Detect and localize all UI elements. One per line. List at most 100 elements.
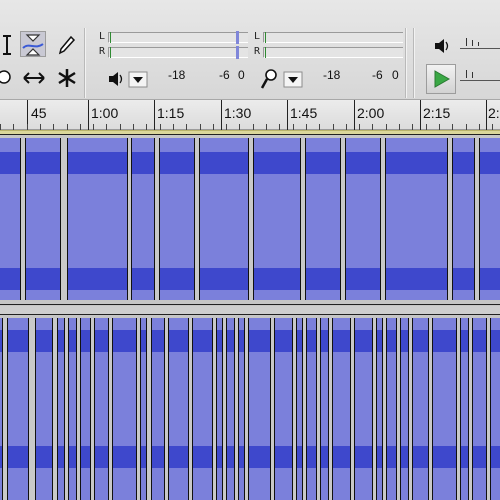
clip-boundary[interactable]: [296, 318, 297, 500]
clip-boundary[interactable]: [192, 318, 193, 500]
clip-boundary[interactable]: [25, 138, 26, 300]
clip-boundary[interactable]: [408, 318, 409, 500]
clip-boundary[interactable]: [376, 318, 377, 500]
clip-boundary[interactable]: [20, 138, 21, 300]
clip-boundary[interactable]: [248, 138, 249, 300]
clip-boundary[interactable]: [396, 318, 397, 500]
clip-boundary[interactable]: [486, 318, 487, 500]
audio-track-1[interactable]: [0, 134, 500, 306]
clip-boundary[interactable]: [354, 318, 355, 500]
clip-boundary[interactable]: [340, 138, 341, 300]
playback-meter-right[interactable]: [108, 47, 248, 58]
clip-boundary[interactable]: [57, 318, 58, 500]
clip-boundary[interactable]: [474, 138, 475, 300]
clip-boundary[interactable]: [386, 318, 387, 500]
clip-boundary[interactable]: [52, 318, 53, 500]
draw-tool-button[interactable]: [54, 32, 80, 58]
timeline-ruler[interactable]: 45 1:00 1:15 1:30 1:45 2:00 2:15 2:: [0, 100, 500, 130]
clip-boundary[interactable]: [382, 318, 383, 500]
waveform-area[interactable]: [0, 318, 500, 500]
clip-boundary[interactable]: [244, 318, 245, 500]
playback-meter-button[interactable]: [104, 66, 152, 92]
clip-boundary[interactable]: [226, 318, 227, 500]
timeshift-tool-button[interactable]: [21, 65, 47, 91]
clip-boundary[interactable]: [428, 318, 429, 500]
clip-boundary[interactable]: [412, 318, 413, 500]
clip-boundary[interactable]: [154, 138, 155, 300]
toolbar-grip[interactable]: [84, 28, 86, 98]
clip-boundary[interactable]: [345, 138, 346, 300]
clip-boundary[interactable]: [188, 318, 189, 500]
clip-boundary[interactable]: [140, 318, 141, 500]
clip-boundary[interactable]: [385, 138, 386, 300]
clip-boundary[interactable]: [248, 318, 249, 500]
clip-boundary[interactable]: [274, 318, 275, 500]
clip-boundary[interactable]: [199, 138, 200, 300]
clip-boundary[interactable]: [64, 318, 65, 500]
record-meter-left[interactable]: [263, 32, 403, 43]
clip-boundary[interactable]: [238, 318, 239, 500]
clip-boundary[interactable]: [60, 138, 61, 300]
clip-boundary[interactable]: [305, 138, 306, 300]
playback-meter-left[interactable]: [108, 32, 248, 43]
clip-boundary[interactable]: [216, 318, 217, 500]
clip-boundary[interactable]: [456, 318, 457, 500]
envelope-tool-button[interactable]: [20, 31, 46, 57]
clip-boundary[interactable]: [350, 318, 351, 500]
clip-boundary[interactable]: [332, 318, 333, 500]
clip-boundary[interactable]: [80, 318, 81, 500]
clip-boundary[interactable]: [136, 318, 137, 500]
clip-boundary[interactable]: [131, 138, 132, 300]
multi-tool-button[interactable]: [54, 65, 80, 91]
clip-boundary[interactable]: [372, 318, 373, 500]
waveform-area[interactable]: [0, 138, 500, 300]
clip-boundary[interactable]: [2, 318, 3, 500]
volume-slider[interactable]: [460, 38, 500, 52]
clip-boundary[interactable]: [168, 318, 169, 500]
clip-boundary[interactable]: [159, 138, 160, 300]
clip-boundary[interactable]: [108, 318, 109, 500]
clip-boundary[interactable]: [320, 318, 321, 500]
clip-boundary[interactable]: [432, 318, 433, 500]
clip-boundary[interactable]: [90, 318, 91, 500]
clip-boundary[interactable]: [222, 318, 223, 500]
record-meter-right[interactable]: [263, 47, 403, 58]
clip-boundary[interactable]: [472, 318, 473, 500]
clip-boundary[interactable]: [460, 318, 461, 500]
clip-boundary[interactable]: [151, 318, 152, 500]
clip-boundary[interactable]: [302, 318, 303, 500]
selection-tool-button[interactable]: [0, 32, 20, 58]
clip-boundary[interactable]: [68, 318, 69, 500]
clip-boundary[interactable]: [468, 318, 469, 500]
clip-boundary[interactable]: [212, 318, 213, 500]
clip-boundary[interactable]: [380, 138, 381, 300]
clip-boundary[interactable]: [490, 318, 491, 500]
clip-boundary[interactable]: [300, 138, 301, 300]
record-meter-button[interactable]: [258, 66, 306, 92]
clip-boundary[interactable]: [76, 318, 77, 500]
clip-boundary[interactable]: [146, 318, 147, 500]
toolbar-grip[interactable]: [413, 28, 415, 98]
clip-boundary[interactable]: [94, 318, 95, 500]
clip-boundary[interactable]: [270, 318, 271, 500]
clip-boundary[interactable]: [452, 138, 453, 300]
clip-boundary[interactable]: [328, 318, 329, 500]
clip-boundary[interactable]: [234, 318, 235, 500]
input-volume-slider[interactable]: [460, 70, 500, 84]
audio-track-2[interactable]: [0, 314, 500, 500]
clip-boundary[interactable]: [306, 318, 307, 500]
clip-boundary[interactable]: [400, 318, 401, 500]
clip-boundary[interactable]: [164, 318, 165, 500]
clip-boundary[interactable]: [28, 318, 29, 500]
clip-boundary[interactable]: [194, 138, 195, 300]
play-button[interactable]: [426, 64, 456, 94]
clip-boundary[interactable]: [67, 138, 68, 300]
clip-boundary[interactable]: [127, 138, 128, 300]
clip-boundary[interactable]: [479, 138, 480, 300]
clip-boundary[interactable]: [253, 138, 254, 300]
clip-boundary[interactable]: [35, 318, 36, 500]
toolbar-grip[interactable]: [405, 28, 407, 98]
zoom-tool-button[interactable]: [0, 64, 16, 90]
clip-boundary[interactable]: [447, 138, 448, 300]
clip-boundary[interactable]: [7, 318, 8, 500]
